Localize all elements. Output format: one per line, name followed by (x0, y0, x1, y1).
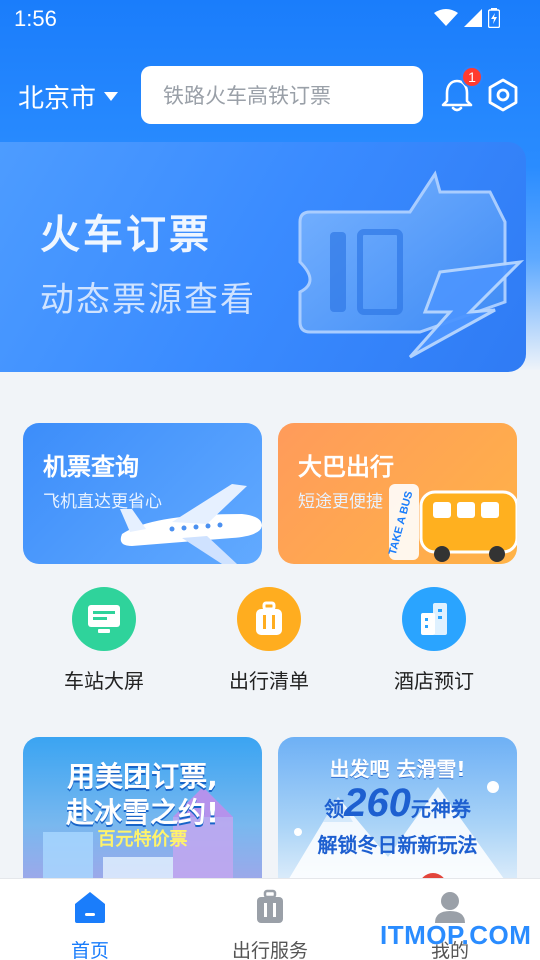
quick-action-label: 出行清单 (229, 669, 309, 693)
tab-travel-services[interactable]: 出行服务 (210, 889, 330, 960)
hotel-booking-button[interactable]: 酒店预订 (374, 587, 494, 694)
ticket-illustration-icon (298, 170, 525, 359)
promo-headline: 出发吧 去滑雪! (329, 757, 466, 781)
promo-coupon-line: 领260元神券 (278, 781, 517, 826)
promo-headline: 用美团订票, (67, 760, 218, 793)
travel-checklist-button[interactable]: 出行清单 (209, 587, 329, 694)
bus-travel-card[interactable]: 大巴出行 短途更便捷 TAKE A BUS (278, 423, 517, 564)
battery-icon (488, 8, 500, 28)
search-placeholder: 铁路火车高铁订票 (163, 84, 331, 108)
tab-home[interactable]: 首页 (30, 889, 150, 960)
top-bar: 北京市 铁路火车高铁订票 1 (0, 66, 540, 124)
promo-coupon-suffix: 神券 (430, 797, 471, 821)
bus-icon: TAKE A BUS (387, 484, 517, 562)
promo-coupon-unit: 元 (410, 797, 431, 821)
quick-action-label: 酒店预订 (394, 669, 474, 693)
monitor-icon (72, 587, 136, 651)
caret-down-icon (104, 92, 119, 101)
banner-title: 火车订票 (40, 212, 212, 258)
settings-icon[interactable] (486, 78, 520, 112)
home-icon (75, 892, 105, 923)
promo-coupon-prefix: 领 (324, 797, 345, 821)
tab-label: 出行服务 (231, 940, 308, 960)
quick-action-label: 车站大屏 (64, 669, 144, 693)
suitcase-icon (237, 587, 301, 651)
banner-subtitle: 动态票源查看 (40, 280, 256, 320)
airplane-icon (120, 484, 262, 564)
city-selector[interactable]: 北京市 (18, 78, 119, 115)
building-icon (402, 587, 466, 651)
status-time: 1:56 (14, 6, 57, 31)
search-input[interactable]: 铁路火车高铁订票 (141, 66, 423, 124)
city-name: 北京市 (18, 84, 97, 114)
train-ticket-banner[interactable]: 火车订票 动态票源查看 (0, 142, 526, 372)
promo-ice-snow-banner[interactable]: 用美团订票, 赴冰雪之约! 百元特价票 (23, 737, 262, 897)
card-title: 大巴出行 (298, 453, 394, 481)
notification-badge: 1 (461, 66, 483, 88)
tab-label: 首页 (70, 940, 109, 960)
promo-ski-banner[interactable]: 出发吧 去滑雪! 领260元神券 解锁冬日新新玩法 (278, 737, 517, 897)
briefcase-icon (257, 889, 283, 923)
watermark: ITMOP.COM (380, 920, 532, 950)
wifi-icon (434, 9, 458, 26)
status-bar: 1:56 (0, 0, 540, 40)
promo-tagline: 解锁冬日新新玩法 (317, 833, 478, 857)
promo-tag: 百元特价票 (97, 829, 188, 850)
card-subtitle: 短途更便捷 (298, 492, 383, 512)
signal-icon (464, 9, 482, 27)
station-screen-button[interactable]: 车站大屏 (44, 587, 164, 694)
flight-search-card[interactable]: 机票查询 飞机直达更省心 (23, 423, 262, 564)
status-icons (434, 8, 500, 28)
promo-coupon-amount: 260 (344, 781, 411, 825)
